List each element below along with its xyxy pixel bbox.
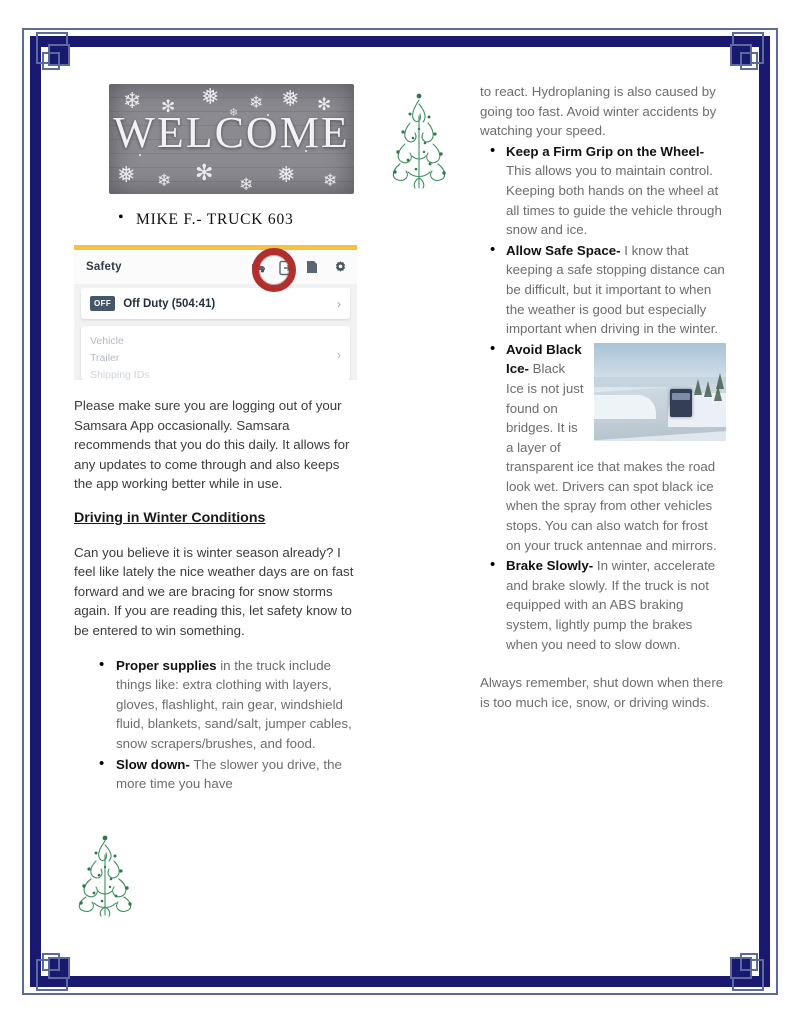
christmas-tree-icon-bottom [72, 831, 138, 923]
list-item: Slow down- The slower you drive, the mor… [99, 753, 362, 794]
chevron-right-icon[interactable]: › [337, 297, 341, 311]
duty-status-row[interactable]: OFF Off Duty (504:41) › [81, 288, 350, 319]
right-body-text: to react. Hydroplaning is also caused by… [480, 66, 726, 712]
list-item: Avoid Black Ice- Black Ice is not just f… [490, 339, 726, 556]
bullet-text-firm-grip: This allows you to maintain control. Kee… [506, 163, 722, 238]
paragraph-winter-intro: Can you believe it is winter season alre… [74, 544, 354, 638]
annotation-red-circle [252, 248, 296, 292]
bullet-label-safe-space: Allow Safe Space- [506, 242, 621, 258]
paragraph-samsara-logout: Please make sure you are logging out of … [74, 398, 350, 492]
bullet-label-slow-down: Slow down- [116, 756, 190, 772]
right-column: to react. Hydroplaning is also caused by… [458, 66, 738, 946]
driver-name-line: MIKE F.- TRUCK 603 [62, 209, 380, 229]
list-item: Proper supplies in the truck include thi… [99, 655, 362, 754]
welcome-banner-text: WELCOME [113, 108, 350, 157]
id-row-shipping: Shipping IDs [90, 369, 150, 380]
paragraph-closing: Always remember, shut down when there is… [480, 675, 724, 710]
list-item: Brake Slowly- In winter, accelerate and … [490, 555, 726, 654]
samsara-header: Safety [74, 248, 357, 292]
middle-gutter [380, 66, 458, 946]
corner-ornament-bottom-right [728, 945, 784, 1001]
paragraph-continuation: to react. Hydroplaning is also caused by… [480, 84, 717, 139]
left-body-text: Please make sure you are logging out of … [74, 396, 361, 641]
right-bullet-list: Keep a Firm Grip on the Wheel- This allo… [480, 141, 726, 654]
gear-icon[interactable] [333, 260, 347, 274]
chevron-right-icon-2[interactable]: › [337, 348, 341, 362]
page-content: ❄ ✻ ❅ ❄ ❅ ✻ ❄ ❅ ❄ ✻ ❄ ❅ ❄ WELCOME MIKE F… [62, 66, 738, 946]
duty-status-label: Off Duty (504:41) [123, 297, 216, 310]
left-column: ❄ ✻ ❅ ❄ ❅ ✻ ❄ ❅ ❄ ✻ ❄ ❅ ❄ WELCOME MIKE F… [62, 66, 380, 946]
samsara-header-title: Safety [86, 261, 122, 273]
duty-status-badge: OFF [90, 296, 116, 311]
id-row-trailer: Trailer [90, 352, 120, 364]
list-item: Allow Safe Space- I know that keeping a … [490, 240, 726, 339]
bullet-label-firm-grip: Keep a Firm Grip on the Wheel- [506, 143, 704, 159]
left-bullet-list: Proper supplies in the truck include thi… [62, 655, 362, 794]
section-heading-winter: Driving in Winter Conditions [74, 509, 266, 526]
page-root: ❄ ✻ ❅ ❄ ❅ ✻ ❄ ❅ ❄ ✻ ❄ ❅ ❄ WELCOME MIKE F… [0, 0, 800, 1023]
bullet-label-brake-slowly: Brake Slowly- [506, 558, 594, 574]
welcome-banner-image: ❄ ✻ ❅ ❄ ❅ ✻ ❄ ❅ ❄ ✻ ❄ ❅ ❄ WELCOME [109, 84, 354, 194]
corner-ornament-bottom-left [16, 945, 72, 1001]
samsara-app-screenshot: Safety OFF Off Duty (504:41) › Vehicle T… [74, 245, 357, 380]
document-icon[interactable] [306, 260, 320, 274]
christmas-tree-icon-top [386, 88, 452, 198]
list-item: Keep a Firm Grip on the Wheel- This allo… [490, 141, 726, 240]
vehicle-ids-card[interactable]: Vehicle Trailer Shipping IDs › [81, 326, 350, 380]
snowy-road-truck-image [594, 342, 726, 441]
bullet-label-proper-supplies: Proper supplies [116, 657, 217, 673]
id-row-vehicle: Vehicle [90, 335, 124, 347]
